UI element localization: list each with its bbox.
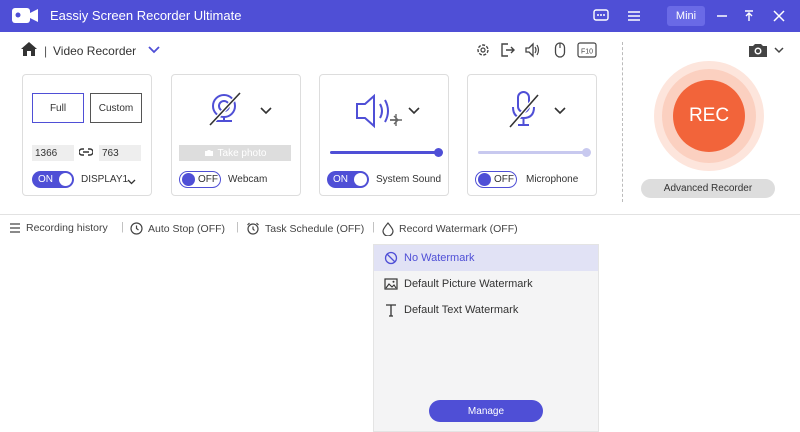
display-toggle[interactable]: ON: [32, 171, 74, 188]
speaker-icon[interactable]: [354, 92, 404, 133]
f10-hotkey-icon[interactable]: F10: [576, 41, 598, 59]
chevron-down-icon[interactable]: [260, 106, 272, 118]
system-sound-toggle-state: ON: [333, 174, 348, 185]
separator: |: [236, 221, 239, 233]
auto-stop-label: Auto Stop (OFF): [148, 222, 226, 235]
display-select-label[interactable]: DISPLAY1: [81, 174, 128, 185]
width-field[interactable]: 1366: [32, 145, 74, 161]
full-screen-label: Full: [49, 102, 67, 114]
close-icon[interactable]: [771, 6, 787, 26]
app-logo-icon: [10, 5, 40, 27]
advanced-recorder-button[interactable]: Advanced Recorder: [641, 179, 775, 198]
alarm-clock-icon: [247, 222, 259, 235]
recording-history-label: Recording history: [26, 222, 108, 234]
microphone-slider-handle[interactable]: [582, 148, 591, 157]
display-toggle-state: ON: [38, 174, 53, 185]
take-photo-label: Take photo: [217, 147, 267, 159]
record-watermark-button[interactable]: Record Watermark (OFF): [382, 222, 518, 236]
watermark-option-none[interactable]: No Watermark: [374, 245, 598, 271]
divider: [0, 214, 800, 215]
text-icon: [386, 304, 396, 317]
link-icon[interactable]: [78, 146, 94, 161]
recording-history-button[interactable]: Recording history: [9, 222, 108, 234]
watermark-option-text[interactable]: Default Text Watermark: [374, 297, 598, 323]
toolbar: | Video Recorder F10: [0, 32, 800, 68]
recorder-mode-label[interactable]: Video Recorder: [53, 44, 136, 58]
feedback-icon[interactable]: [592, 6, 610, 26]
manage-watermark-button[interactable]: Manage: [429, 400, 543, 422]
breadcrumb-separator: |: [44, 44, 48, 58]
drop-icon: [382, 222, 394, 236]
mini-mode-button[interactable]: Mini: [667, 6, 705, 26]
webcam-card: Take photo OFF Webcam: [171, 74, 301, 196]
webcam-label: Webcam: [228, 174, 268, 185]
watermark-option-picture[interactable]: Default Picture Watermark: [374, 271, 598, 297]
height-field[interactable]: 763: [99, 145, 141, 161]
restore-icon[interactable]: [741, 6, 757, 26]
chevron-down-icon[interactable]: [127, 176, 136, 188]
hotkey-label: F10: [581, 49, 593, 56]
watermark-option-label: Default Text Watermark: [404, 304, 519, 316]
task-schedule-button[interactable]: Task Schedule (OFF): [246, 222, 364, 235]
rec-button[interactable]: REC: [673, 80, 745, 152]
menu-icon[interactable]: [625, 6, 643, 26]
minimize-icon[interactable]: [714, 6, 730, 26]
system-sound-toggle[interactable]: ON: [327, 171, 369, 188]
display-card: Full Custom 1366 763 ON DISPLAY1: [22, 74, 152, 196]
take-photo-button[interactable]: Take photo: [179, 145, 291, 161]
separator: |: [372, 221, 375, 233]
microphone-slider[interactable]: [478, 151, 588, 154]
watermark-option-label: No Watermark: [404, 252, 475, 264]
microphone-off-icon[interactable]: [506, 89, 542, 134]
camera-icon: [204, 150, 213, 156]
image-icon: [384, 278, 398, 290]
home-icon[interactable]: [20, 41, 38, 60]
microphone-toggle-state: OFF: [494, 174, 514, 185]
title-bar: Eassiy Screen Recorder Ultimate Mini: [0, 0, 800, 32]
camera-icon[interactable]: [745, 41, 771, 59]
system-sound-slider-handle[interactable]: [434, 148, 443, 157]
audio-icon[interactable]: [524, 41, 542, 59]
settings-icon[interactable]: [474, 41, 492, 59]
microphone-label: Microphone: [526, 174, 579, 185]
watermark-option-label: Default Picture Watermark: [404, 278, 533, 290]
separator: |: [121, 221, 124, 233]
panel-divider: [622, 42, 623, 202]
system-sound-label: System Sound: [376, 174, 442, 185]
full-screen-button[interactable]: Full: [32, 93, 84, 123]
watermark-dropdown: No Watermark Default Picture Watermark D…: [373, 244, 599, 432]
webcam-toggle-state: OFF: [198, 174, 218, 185]
custom-region-label: Custom: [98, 102, 134, 114]
mouse-icon[interactable]: [551, 41, 569, 59]
chevron-down-icon[interactable]: [772, 41, 786, 59]
custom-region-button[interactable]: Custom: [90, 93, 142, 123]
webcam-off-icon[interactable]: [206, 89, 246, 132]
app-title: Eassiy Screen Recorder Ultimate: [50, 8, 242, 23]
chevron-down-icon[interactable]: [148, 45, 160, 57]
webcam-toggle[interactable]: OFF: [179, 171, 221, 188]
chevron-down-icon[interactable]: [408, 106, 420, 118]
export-icon[interactable]: [498, 41, 516, 59]
record-watermark-label: Record Watermark (OFF): [399, 223, 518, 235]
system-sound-slider[interactable]: [330, 151, 440, 154]
clock-icon: [130, 222, 143, 235]
auto-stop-button[interactable]: Auto Stop (OFF): [130, 222, 225, 235]
microphone-toggle[interactable]: OFF: [475, 171, 517, 188]
system-sound-card: ON System Sound: [319, 74, 449, 196]
list-icon: [10, 223, 20, 233]
no-sign-icon: [384, 251, 398, 265]
microphone-card: OFF Microphone: [467, 74, 597, 196]
chevron-down-icon[interactable]: [554, 106, 566, 118]
task-schedule-label: Task Schedule (OFF): [265, 222, 365, 235]
